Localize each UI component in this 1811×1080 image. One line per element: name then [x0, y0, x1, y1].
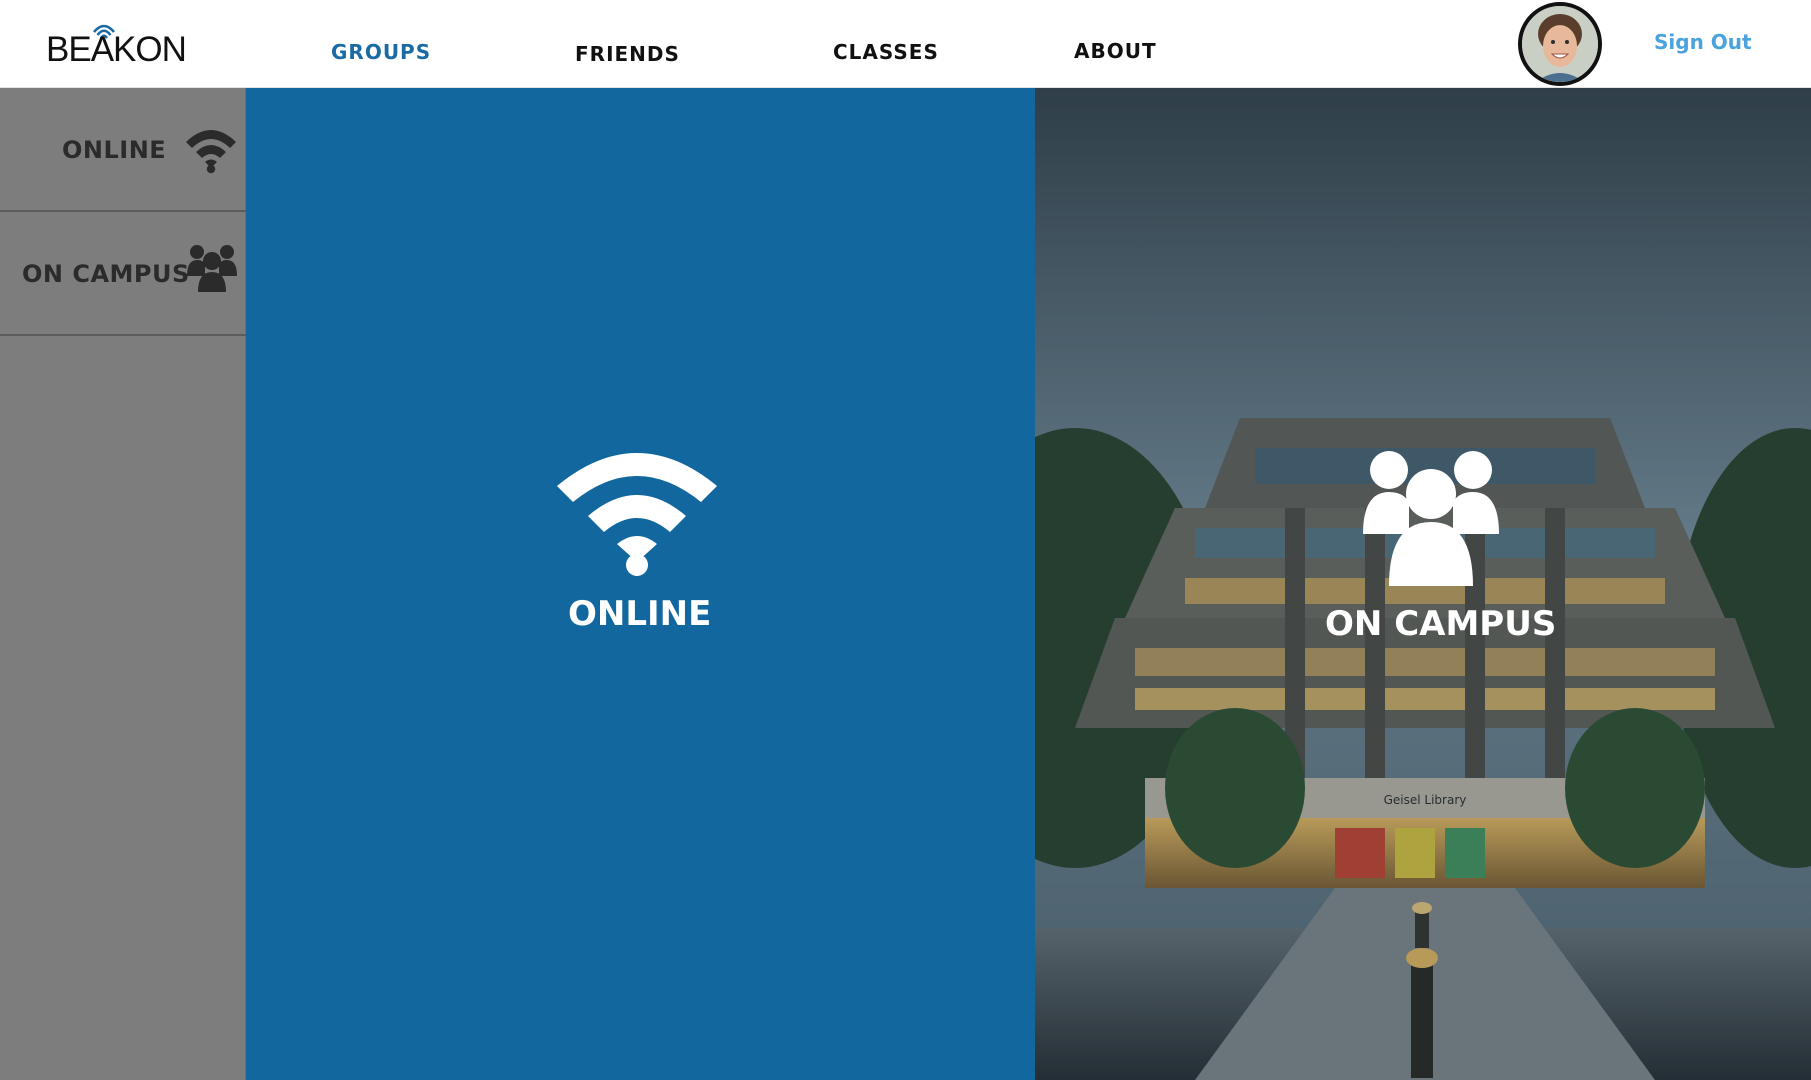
nav-friends-link[interactable]: FRIENDS — [575, 40, 680, 68]
user-avatar[interactable] — [1518, 2, 1602, 86]
sign-out-link[interactable]: Sign Out — [1654, 30, 1752, 54]
on-campus-panel-title: ON CAMPUS — [1325, 604, 1557, 644]
sidebar-item-online[interactable]: ONLINE — [0, 88, 246, 212]
sidebar-item-label: ON CAMPUS — [22, 260, 190, 288]
nav-classes-link[interactable]: CLASSES — [833, 38, 939, 66]
nav-about-link[interactable]: ABOUT — [1074, 37, 1157, 65]
group-icon — [187, 245, 237, 292]
sidebar-item-label: ONLINE — [62, 136, 167, 164]
brand-name: BEAKON — [46, 30, 187, 69]
wifi-icon — [557, 453, 717, 576]
sidebar-item-on-campus[interactable]: ON CAMPUS — [0, 212, 246, 336]
online-panel-title: ONLINE — [568, 594, 712, 634]
avatar-portrait-icon — [1522, 6, 1598, 82]
group-icon — [1363, 451, 1499, 586]
beakon-logo[interactable]: BEAKON — [44, 20, 194, 70]
nav-groups-link[interactable]: GROUPS — [331, 38, 431, 66]
sidebar: ONLINE ON CAMPUS — [0, 88, 246, 1080]
on-campus-panel[interactable]: Geisel Library ON CAMPUS — [1035, 88, 1811, 1080]
online-panel[interactable]: ONLINE — [246, 88, 1035, 1080]
top-navigation-bar: BEAKON GROUPS FRIENDS CLASSES ABOUT Sign… — [0, 0, 1811, 88]
wifi-icon — [186, 130, 236, 174]
